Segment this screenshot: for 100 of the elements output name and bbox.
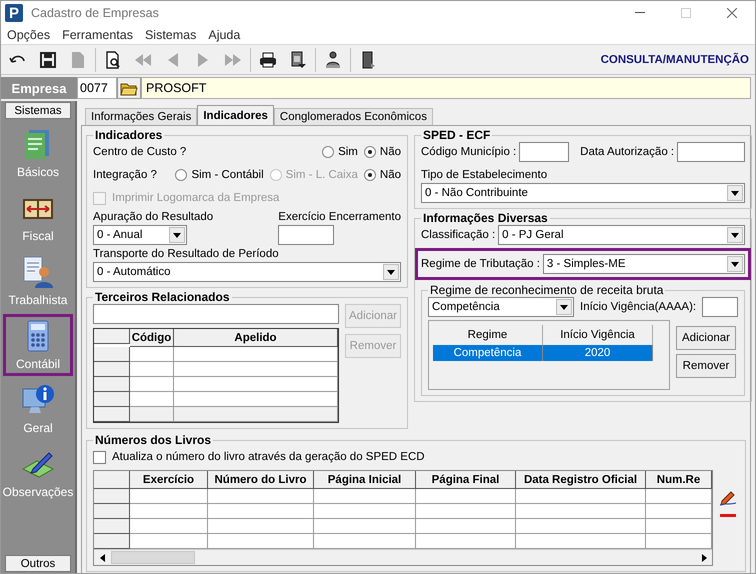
table-cell bbox=[646, 534, 712, 549]
table-cell bbox=[130, 407, 174, 422]
field-label: Integração ? bbox=[93, 169, 157, 181]
select-field[interactable]: 0 - Não Contribuinte bbox=[421, 183, 746, 203]
group-title: Informações Diversas bbox=[422, 211, 549, 225]
save-icon bbox=[38, 50, 58, 70]
action-button[interactable]: Adicionar bbox=[676, 326, 736, 350]
sidebar-label: Fiscal bbox=[22, 229, 54, 243]
checkbox[interactable] bbox=[93, 450, 106, 464]
input-field[interactable] bbox=[702, 297, 738, 317]
radio-button[interactable] bbox=[364, 146, 376, 158]
table-cell bbox=[646, 489, 712, 504]
menu-item[interactable]: Opções bbox=[7, 28, 50, 42]
sidebar-label: Observações bbox=[2, 485, 74, 499]
sidebar-footer[interactable]: Outros bbox=[5, 555, 71, 572]
dropdown-button[interactable] bbox=[727, 185, 744, 201]
table-cell bbox=[130, 392, 174, 407]
table-cell[interactable]: 2020 bbox=[543, 345, 653, 361]
action-button[interactable]: Remover bbox=[676, 354, 736, 378]
row-header bbox=[94, 471, 130, 489]
dropdown-button[interactable] bbox=[727, 256, 744, 272]
row-header bbox=[94, 347, 130, 362]
field-label: Exercício Encerramento bbox=[278, 211, 401, 223]
column-header: Apelido bbox=[174, 329, 338, 347]
field-label: Data Autorização : bbox=[580, 146, 674, 158]
tab[interactable]: Indicadores bbox=[197, 105, 274, 125]
row-header bbox=[94, 504, 130, 519]
app-logo: P bbox=[5, 4, 23, 22]
dropdown-button[interactable] bbox=[383, 264, 399, 280]
row-header bbox=[94, 362, 130, 377]
radio-button[interactable] bbox=[364, 169, 376, 181]
column-header: Num.Re bbox=[646, 471, 712, 489]
input-field[interactable] bbox=[93, 304, 339, 324]
input-field[interactable] bbox=[278, 225, 334, 245]
print-icon bbox=[258, 50, 278, 70]
field-label: Tipo de Estabelecimento bbox=[421, 169, 548, 181]
row-header bbox=[94, 407, 130, 422]
close-icon bbox=[727, 8, 737, 18]
select-field[interactable]: Competência bbox=[428, 297, 574, 317]
group-title: Regime de reconhecimento de receita bruta bbox=[429, 283, 664, 297]
dropdown-button[interactable] bbox=[556, 299, 572, 315]
horizontal-scrollbar[interactable] bbox=[94, 549, 712, 565]
radio-button[interactable] bbox=[175, 169, 188, 181]
maximize-icon bbox=[681, 8, 691, 18]
row-header bbox=[94, 329, 130, 344]
select-field[interactable]: 0 - PJ Geral bbox=[498, 225, 746, 245]
group-title: Terceiros Relacionados bbox=[94, 290, 230, 304]
input-field[interactable] bbox=[677, 142, 746, 162]
dropdown-button[interactable] bbox=[727, 227, 744, 243]
column-header: Data Registro Oficial bbox=[516, 471, 646, 489]
sidebar-header[interactable]: Sistemas bbox=[5, 102, 71, 119]
scrollbar-thumb[interactable] bbox=[111, 551, 195, 564]
row-header bbox=[94, 534, 130, 549]
group-title: SPED - ECF bbox=[422, 128, 492, 142]
radio-button[interactable] bbox=[322, 146, 334, 158]
field-label: Regime de Tributação : bbox=[421, 258, 540, 270]
radio-label: Sim - L. Caixa bbox=[286, 169, 358, 181]
input-field[interactable] bbox=[519, 142, 570, 162]
company-label: Empresa bbox=[1, 77, 77, 99]
row-header bbox=[94, 377, 130, 392]
table-cell bbox=[646, 519, 712, 534]
caret-icon bbox=[560, 304, 568, 310]
person-icon bbox=[323, 50, 343, 70]
company-name-field[interactable]: PROSOFT bbox=[141, 77, 751, 99]
company-code-field[interactable]: 0077 bbox=[77, 77, 117, 99]
mode-label: CONSULTA/MANUTENÇÃO bbox=[600, 54, 749, 66]
radio-label: Sim bbox=[338, 146, 358, 158]
sidebar-label: Básicos bbox=[16, 165, 60, 179]
tab[interactable]: Informações Gerais bbox=[85, 108, 198, 125]
radio-label: Sim - Contábil bbox=[191, 169, 264, 181]
dropdown-button[interactable] bbox=[169, 227, 185, 243]
caret-icon bbox=[731, 262, 740, 266]
caret-icon bbox=[387, 270, 395, 274]
column-header: Código bbox=[130, 329, 174, 347]
column-header: Número do Livro bbox=[208, 471, 314, 489]
select-field[interactable]: 0 - Anual bbox=[93, 225, 187, 245]
column-header: Exercício bbox=[130, 471, 208, 489]
menu-item[interactable]: Ferramentas bbox=[62, 28, 133, 42]
sidebar-label: Geral bbox=[23, 421, 53, 435]
select-field[interactable]: 3 - Simples-ME bbox=[542, 254, 746, 274]
row-header bbox=[94, 519, 130, 534]
open-button[interactable] bbox=[117, 77, 141, 99]
caret-icon bbox=[731, 232, 740, 238]
menu-item[interactable]: Sistemas bbox=[144, 28, 196, 42]
table-cell bbox=[130, 377, 174, 392]
tab[interactable]: Conglomerados Econômicos bbox=[274, 108, 433, 125]
table-cell bbox=[646, 504, 712, 519]
field-label: Centro de Custo ? bbox=[93, 146, 186, 158]
select-field[interactable]: 0 - Automático bbox=[93, 262, 401, 282]
field-label: Início Vigência(AAAA): bbox=[580, 301, 696, 313]
checkbox-label: Imprimir Logomarca da Empresa bbox=[112, 192, 280, 204]
table-cell bbox=[130, 362, 174, 377]
row-header bbox=[94, 489, 130, 504]
table-cell[interactable]: Competência bbox=[433, 345, 543, 361]
caret-icon bbox=[731, 190, 740, 196]
remove-icon[interactable] bbox=[720, 514, 736, 518]
field-label: Apuração do Resultado bbox=[93, 211, 214, 223]
menu-item[interactable]: Ajuda bbox=[208, 28, 240, 42]
minimize-icon bbox=[635, 12, 645, 14]
caret-icon bbox=[173, 232, 181, 238]
